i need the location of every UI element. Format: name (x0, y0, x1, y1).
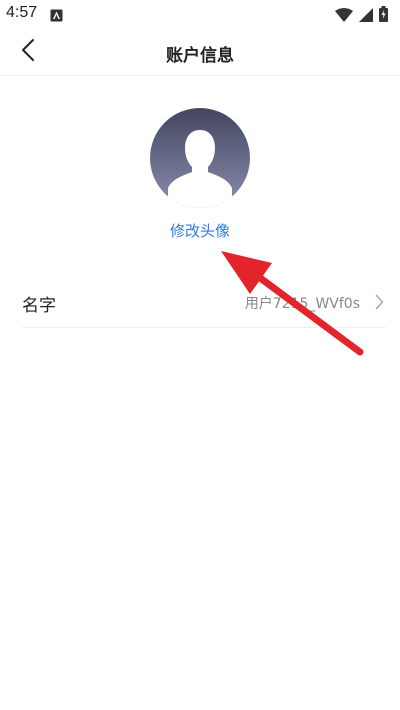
battery-icon (379, 6, 388, 26)
status-bar: 4:57 (0, 0, 400, 28)
wifi-icon (335, 7, 353, 26)
change-avatar-link[interactable]: 修改头像 (0, 220, 400, 241)
status-icons (335, 6, 388, 26)
default-user-avatar-icon (150, 108, 250, 208)
name-value: 用户7215_WVf0s (244, 296, 360, 312)
chevron-right-icon (375, 294, 384, 314)
cell-signal-icon (359, 7, 373, 26)
app-notification-icon (50, 7, 63, 22)
name-row[interactable]: 名字 用户7215_WVf0s (22, 280, 386, 328)
nav-bar: 账户信息 (0, 28, 400, 76)
annotation-arrow (221, 251, 364, 356)
name-label: 名字 (22, 296, 56, 316)
status-time: 4:57 (6, 4, 38, 21)
avatar[interactable] (150, 108, 250, 208)
page-title: 账户信息 (166, 46, 234, 66)
